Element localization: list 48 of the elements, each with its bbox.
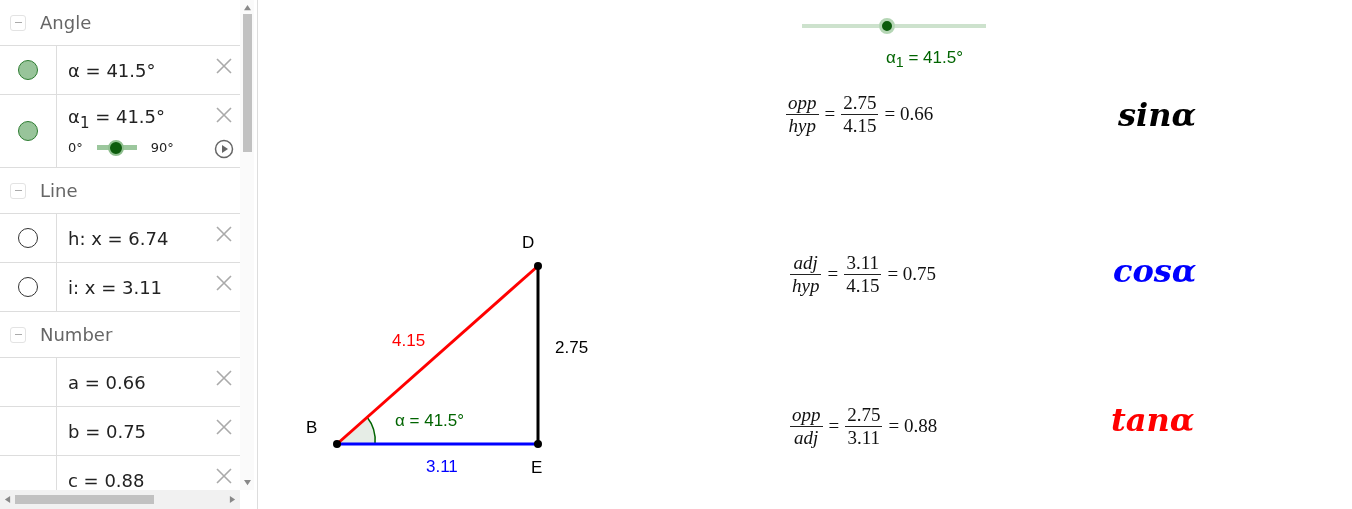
- visibility-toggle[interactable]: [18, 60, 38, 80]
- slider-max: 90°: [150, 140, 174, 156]
- group-title: Number: [40, 324, 113, 345]
- scroll-arrow-icon[interactable]: [4, 496, 11, 503]
- trig-function-label: sinα: [1118, 96, 1197, 134]
- visibility-toggle[interactable]: [18, 277, 38, 297]
- algebra-expression[interactable]: α = 41.5°: [68, 59, 156, 81]
- algebra-expression[interactable]: b = 0.75: [68, 420, 147, 442]
- delete-icon[interactable]: [216, 107, 232, 123]
- algebra-expression[interactable]: i: x = 3.11: [68, 276, 163, 298]
- slider-min: 0°: [68, 140, 83, 156]
- collapse-toggle[interactable]: [10, 182, 26, 199]
- collapse-toggle[interactable]: [10, 14, 26, 31]
- horizontal-scrollbar[interactable]: [0, 490, 240, 509]
- angle-label: α = 41.5°: [395, 411, 465, 431]
- side-length-label: 3.11: [426, 457, 458, 477]
- point-label: B: [306, 418, 318, 438]
- slider-label: α$_{1}$ = 41.5°: [886, 48, 963, 71]
- trig-function-label: tanα: [1111, 401, 1195, 439]
- group-title: Line: [40, 180, 78, 201]
- group-title: Angle: [40, 12, 92, 33]
- delete-icon[interactable]: [216, 226, 232, 242]
- side-length-label: 2.75: [555, 338, 589, 358]
- visibility-toggle[interactable]: [18, 228, 38, 248]
- point-label: D: [522, 233, 535, 253]
- algebra-expression[interactable]: h: x = 6.74: [68, 227, 169, 249]
- play-icon[interactable]: [214, 139, 234, 159]
- vertical-scrollbar[interactable]: [240, 0, 254, 490]
- algebra-expression[interactable]: c = 0.88: [68, 469, 145, 490]
- scrollbar-thumb[interactable]: [15, 495, 154, 504]
- collapse-toggle[interactable]: [10, 326, 26, 343]
- scrollbar-thumb[interactable]: [242, 14, 252, 152]
- point-label: E: [531, 458, 543, 478]
- algebra-expression[interactable]: a = 0.66: [68, 371, 146, 393]
- delete-icon[interactable]: [216, 468, 232, 484]
- delete-icon[interactable]: [216, 419, 232, 435]
- algebra-expression[interactable]: α$_{1}$ = 41.5°: [68, 106, 166, 132]
- slider-thumb[interactable]: [878, 18, 895, 34]
- scroll-arrow-icon[interactable]: [229, 496, 236, 503]
- delete-icon[interactable]: [216, 275, 232, 291]
- delete-icon[interactable]: [216, 58, 232, 74]
- trig-function-label: cosα: [1113, 252, 1197, 290]
- scroll-arrow-icon[interactable]: [243, 4, 251, 11]
- visibility-toggle[interactable]: [18, 121, 38, 141]
- delete-icon[interactable]: [216, 370, 232, 386]
- side-length-label: 4.15: [392, 331, 426, 351]
- slider-thumb[interactable]: [107, 139, 124, 156]
- scroll-arrow-icon[interactable]: [243, 479, 251, 486]
